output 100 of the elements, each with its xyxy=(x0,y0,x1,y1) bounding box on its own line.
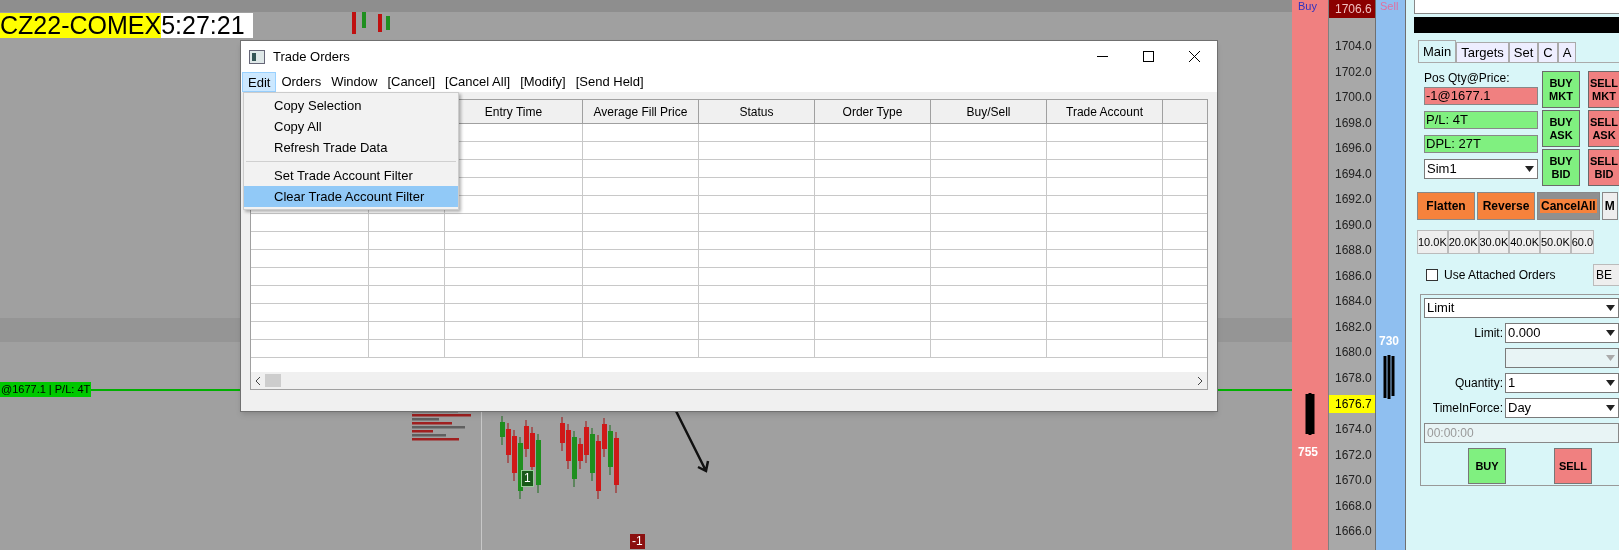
price-level: 1700.0 xyxy=(1334,89,1373,106)
scribble-mark xyxy=(1383,354,1395,400)
buy-column-header: Buy xyxy=(1298,0,1317,12)
sell-order-button[interactable]: SELL ASK xyxy=(1588,110,1619,147)
price-level: 1692.0 xyxy=(1334,191,1373,208)
sell-column-header: Sell xyxy=(1380,0,1399,12)
panel-tab[interactable]: Targets xyxy=(1456,42,1509,62)
menu-option[interactable]: Clear Trade Account Filter xyxy=(244,186,458,207)
price-level: 1668.0 xyxy=(1334,497,1373,515)
caret-icon xyxy=(1606,305,1615,311)
attached-orders-checkbox[interactable] xyxy=(1426,269,1438,281)
close-icon xyxy=(1188,51,1200,62)
attached-orders-label: Use Attached Orders xyxy=(1444,267,1556,284)
horizontal-scrollbar[interactable] xyxy=(251,372,1207,389)
column-header: Status xyxy=(699,100,815,123)
size-button[interactable]: 10.0K xyxy=(1417,230,1448,254)
scribble-mark xyxy=(1305,392,1316,436)
price-level: 1684.0 xyxy=(1334,293,1373,310)
dropdown-field[interactable]: Day xyxy=(1505,398,1619,418)
price-level: 1676.7 xyxy=(1329,395,1375,413)
price-level: 1706.6 xyxy=(1329,0,1375,18)
dpl-field: DPL: 27T xyxy=(1424,135,1538,153)
candlestick xyxy=(386,16,390,30)
menu-item[interactable]: Window xyxy=(326,72,383,92)
position-field: -1@1677.1 xyxy=(1424,87,1538,105)
symbol-label: CZ22-COMEX xyxy=(0,13,162,38)
price-level: 1698.0 xyxy=(1334,114,1373,132)
price-level: 1688.0 xyxy=(1334,242,1373,259)
window-title: Trade Orders xyxy=(273,47,350,66)
price-level: 1690.0 xyxy=(1334,216,1373,234)
price-level: 1680.0 xyxy=(1334,344,1373,361)
caret-icon xyxy=(1606,355,1615,361)
quantity-label: Quantity: xyxy=(1454,375,1503,392)
caret-icon xyxy=(1606,330,1615,336)
menu-item[interactable]: [Send Held] xyxy=(570,72,649,92)
timer-label: 5:27:21 xyxy=(161,13,253,38)
trade-marker: 1 xyxy=(521,470,534,487)
dropdown-field[interactable]: 1 xyxy=(1505,373,1619,393)
menu-item[interactable]: [Cancel All] xyxy=(440,72,516,92)
window-icon xyxy=(249,49,265,64)
caret-icon xyxy=(1606,380,1615,386)
panel-tab[interactable]: Main xyxy=(1418,40,1457,62)
size-button[interactable]: 40.0K xyxy=(1509,230,1540,254)
pl-field: P/L: 4T xyxy=(1424,111,1538,129)
minimize-icon xyxy=(1096,56,1108,57)
trade-marker: -1 xyxy=(630,534,645,549)
menu-option[interactable]: Set Trade Account Filter xyxy=(244,165,458,186)
panel-tab[interactable]: Set xyxy=(1508,42,1539,62)
price-level: 1682.0 xyxy=(1334,318,1373,336)
action-button[interactable]: Flatten xyxy=(1417,192,1475,220)
buy-order-button[interactable]: BUY MKT xyxy=(1542,71,1580,108)
limit-label: Limit: xyxy=(1474,325,1503,342)
size-button[interactable]: 20.0K xyxy=(1447,230,1479,254)
column-header: Buy/Sell xyxy=(931,100,1047,123)
sell-order-button[interactable]: SELL BID xyxy=(1588,149,1619,186)
price-level: 1672.0 xyxy=(1334,446,1373,464)
menu-item[interactable]: Orders xyxy=(276,72,327,92)
candlestick xyxy=(362,12,366,28)
candlestick xyxy=(378,14,382,32)
column-header: Average Fill Price xyxy=(583,100,699,123)
caret-icon xyxy=(1606,405,1615,411)
price-level: 1702.0 xyxy=(1334,63,1373,81)
buy-volume: 755 xyxy=(1298,444,1319,461)
action-button[interactable]: CancelAll xyxy=(1537,192,1600,220)
dropdown-field[interactable]: Sim1 xyxy=(1424,159,1538,179)
symbol-field[interactable] xyxy=(1414,0,1619,14)
price-level: 1686.0 xyxy=(1334,267,1373,285)
action-button[interactable]: Reverse xyxy=(1477,192,1535,220)
be-button[interactable]: BE xyxy=(1593,264,1619,286)
caret-icon xyxy=(1525,166,1534,172)
maximize-icon xyxy=(1142,51,1154,62)
action-button[interactable]: M xyxy=(1601,192,1618,220)
dropdown-field[interactable]: Limit xyxy=(1424,298,1619,318)
position-caption: Pos Qty@Price: xyxy=(1424,71,1511,85)
buy-order-button[interactable]: BUY ASK xyxy=(1542,110,1580,147)
menu-item[interactable]: [Cancel] xyxy=(382,72,441,92)
scrollbar-thumb[interactable] xyxy=(265,374,281,387)
price-level: 1696.0 xyxy=(1334,140,1373,157)
price-level: 1694.0 xyxy=(1334,165,1373,183)
size-button[interactable]: 60.0 xyxy=(1570,230,1595,254)
buy-button[interactable]: BUY xyxy=(1468,448,1506,484)
price-level: 1678.0 xyxy=(1334,369,1373,387)
menu-option[interactable]: Refresh Trade Data xyxy=(244,137,458,158)
sell-order-button[interactable]: SELL MKT xyxy=(1588,71,1619,108)
dropdown-field[interactable] xyxy=(1505,348,1619,368)
buy-order-button[interactable]: BUY BID xyxy=(1542,149,1580,186)
column-header: Order Type xyxy=(815,100,931,123)
size-button[interactable]: 50.0K xyxy=(1540,230,1571,254)
panel-tab[interactable]: C xyxy=(1538,42,1558,62)
size-button[interactable]: 30.0K xyxy=(1478,230,1510,254)
price-level: 1704.0 xyxy=(1334,38,1373,55)
price-level: 1670.0 xyxy=(1334,472,1373,489)
price-level: 1674.0 xyxy=(1334,421,1373,438)
dropdown-field[interactable]: 0.000 xyxy=(1505,323,1619,343)
menu-item[interactable]: [Modify] xyxy=(515,72,571,92)
candlestick xyxy=(352,12,356,34)
price-level: 1666.0 xyxy=(1334,523,1373,540)
menu-item[interactable]: Edit xyxy=(242,72,277,92)
column-header: Trade Account xyxy=(1047,100,1163,123)
sell-button[interactable]: SELL xyxy=(1554,448,1592,484)
